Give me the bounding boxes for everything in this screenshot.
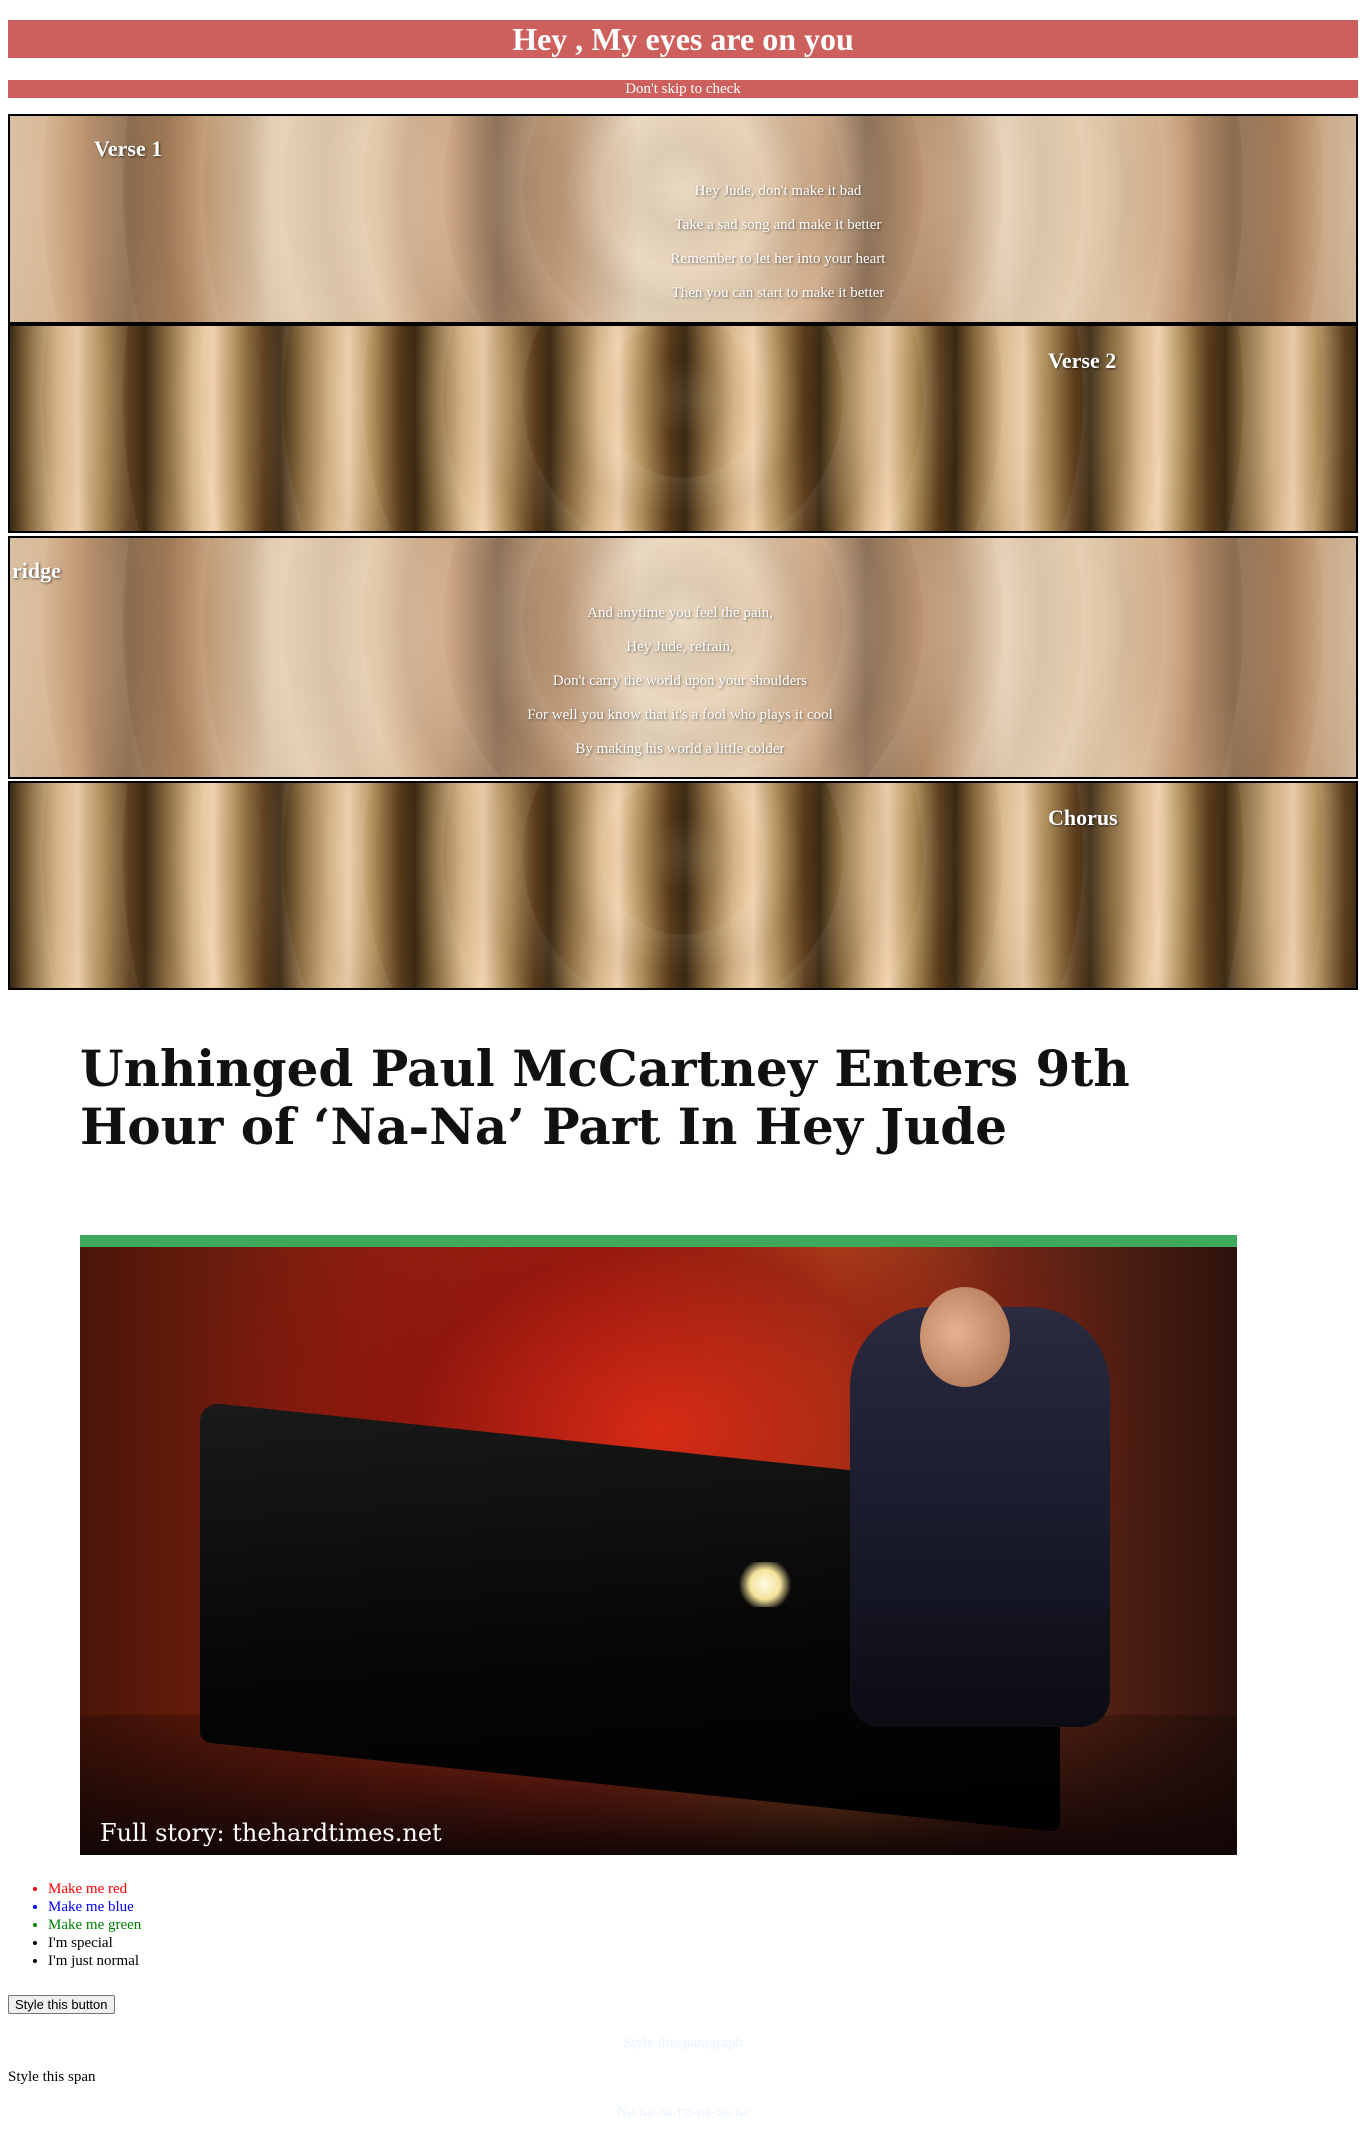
bridge-heading: ridge bbox=[12, 558, 61, 583]
chorus-heading: Chorus bbox=[1048, 805, 1118, 830]
verse1-heading: Verse 1 bbox=[94, 136, 163, 161]
photo-caption[interactable]: Full story: thehardtimes.net bbox=[100, 1819, 442, 1847]
lyric-line: Then you can start to make it better bbox=[671, 285, 885, 301]
verse1-lyrics: Hey Jude, don't make it bad Take a sad s… bbox=[610, 174, 946, 310]
bridge-section: ridge And anytime you feel the pain, Hey… bbox=[8, 536, 1358, 779]
page-banner-title: Hey , My eyes are on you bbox=[8, 20, 1358, 58]
baby-image-background bbox=[10, 326, 1356, 531]
lyric-line: Take a sad song and make it better bbox=[674, 217, 882, 233]
photo-pianist-head bbox=[920, 1287, 1010, 1387]
article-photo-card[interactable]: Full story: thehardtimes.net bbox=[80, 1235, 1237, 1855]
style-paragraph: Style this paragraph bbox=[623, 2035, 743, 2051]
photo-piano-lamp bbox=[735, 1562, 795, 1607]
lyric-line: Hey Jude, don't make it bad bbox=[694, 183, 862, 199]
na-na-text: Na-na-na-na-na-na-na bbox=[616, 2104, 750, 2120]
lyric-line: Hey Jude, refrain, bbox=[626, 639, 734, 655]
list-item-special: I'm special bbox=[48, 1934, 141, 1952]
lyric-line: By making his world a little colder bbox=[575, 741, 785, 757]
article-photo[interactable]: Full story: thehardtimes.net bbox=[80, 1247, 1237, 1855]
list-item-normal: I'm just normal bbox=[48, 1952, 141, 1970]
chorus-section: Chorus bbox=[8, 781, 1358, 990]
lyric-line: Remember to let her into your heart bbox=[670, 251, 886, 267]
list-item-red: Make me red bbox=[48, 1880, 141, 1898]
color-list: Make me red Make me blue Make me green I… bbox=[8, 1880, 141, 1970]
lyric-line: And anytime you feel the pain, bbox=[587, 605, 773, 621]
style-this-button[interactable]: Style this button bbox=[8, 1995, 115, 2014]
baby-image-background bbox=[10, 783, 1356, 988]
lyric-line: Don't carry the world upon your shoulder… bbox=[552, 673, 808, 689]
photo-accent-bar bbox=[80, 1235, 1237, 1247]
style-span: Style this span bbox=[8, 2069, 96, 2085]
lyric-line: For well you know that it's a fool who p… bbox=[527, 707, 833, 723]
page-banner-subtitle: Don't skip to check bbox=[8, 80, 1358, 98]
list-item-green: Make me green bbox=[48, 1916, 141, 1934]
verse2-heading: Verse 2 bbox=[1048, 348, 1117, 373]
article-title[interactable]: Unhinged Paul McCartney Enters 9th Hour … bbox=[80, 1040, 1260, 1156]
verse1-section: Verse 1 Hey Jude, don't make it bad Take… bbox=[8, 114, 1358, 324]
list-item-blue: Make me blue bbox=[48, 1898, 141, 1916]
bridge-lyrics: And anytime you feel the pain, Hey Jude,… bbox=[460, 596, 900, 766]
verse2-section: Verse 2 bbox=[8, 324, 1358, 533]
